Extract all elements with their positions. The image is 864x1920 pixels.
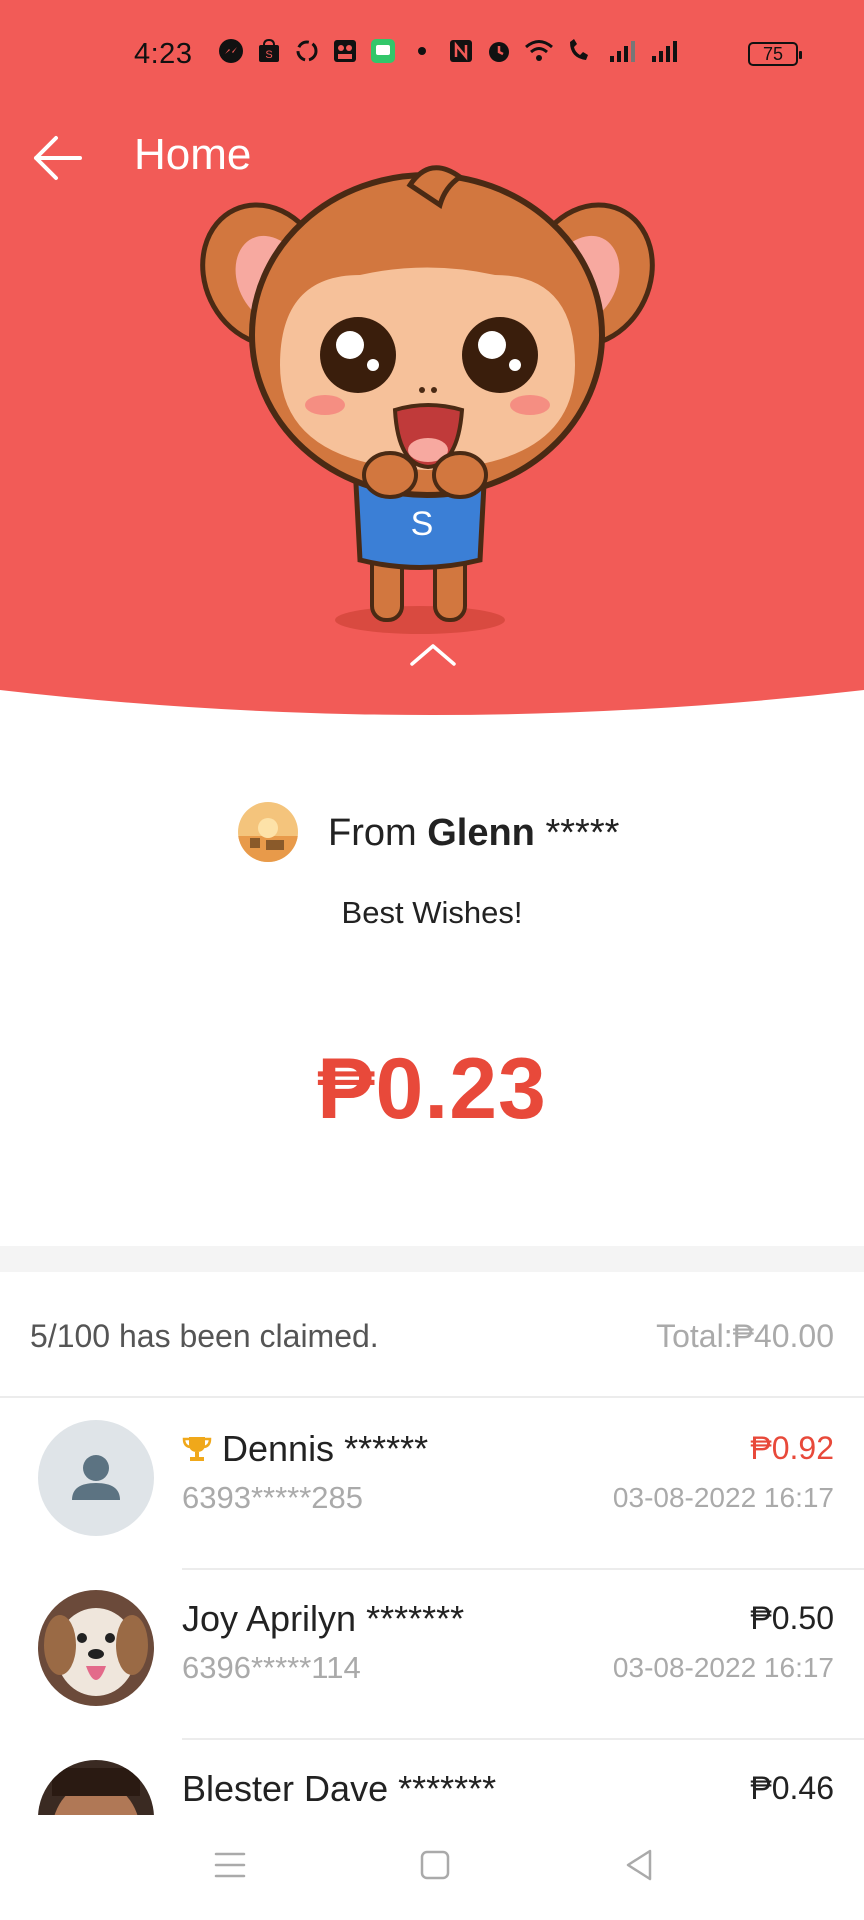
claimer-phone: 6393*****285 — [182, 1480, 364, 1515]
claimer-name-line: Joy Aprilyn ******* — [182, 1598, 464, 1640]
chevron-up-icon[interactable] — [408, 640, 458, 670]
claimer-phone: 6396*****114 — [182, 1650, 361, 1685]
alarm-icon — [489, 42, 509, 62]
trophy-icon — [182, 1437, 212, 1461]
wish-message: Best Wishes! — [341, 895, 523, 930]
default-user-icon — [38, 1420, 154, 1536]
hero-banner: 4:23 S 75 Home S — [0, 0, 864, 720]
svg-text:S: S — [411, 505, 434, 543]
sender-info: From Glenn ***** — [0, 800, 864, 870]
sender-avatar — [238, 802, 298, 862]
claimer-date: 03-08-2022 16:17 — [612, 1652, 834, 1683]
back-triangle-icon[interactable] — [620, 1845, 660, 1885]
claimer-name: Dennis ****** — [222, 1428, 429, 1469]
claimer-row[interactable]: Blester Dave ******* ₱0.46 — [0, 1740, 864, 1815]
claimer-amount: ₱0.50 — [750, 1600, 834, 1636]
signal-icon — [610, 41, 635, 62]
arrow-left-icon[interactable] — [28, 128, 88, 188]
claimer-name-line: Blester Dave ******* — [182, 1768, 496, 1810]
claimer-name: Joy Aprilyn ******* — [182, 1598, 465, 1639]
gallery-icon — [334, 40, 356, 62]
divider — [0, 1396, 864, 1398]
status-bar: 4:23 S 75 — [0, 0, 864, 110]
sender-name: Glenn — [427, 812, 535, 854]
menu-icon[interactable] — [210, 1845, 250, 1885]
sender-masked: ***** — [545, 812, 620, 854]
claimer-name-line: Dennis ****** — [182, 1428, 428, 1470]
status-icons: S — [218, 38, 680, 64]
system-nav-bar — [0, 1815, 864, 1920]
svg-text:S: S — [265, 49, 272, 61]
wifi-call-icon — [570, 39, 588, 60]
monkey-mascot: S — [200, 165, 655, 634]
messenger-icon — [219, 39, 243, 63]
wifi-icon — [525, 40, 553, 61]
sync-icon — [296, 40, 318, 62]
total-amount: Total:₱40.00 — [656, 1318, 834, 1354]
dog-photo — [38, 1590, 154, 1706]
signal-icon-2 — [652, 41, 677, 62]
shopee-icon: S — [259, 38, 279, 62]
home-square-icon[interactable] — [415, 1845, 455, 1885]
claimer-amount: ₱0.92 — [750, 1430, 834, 1466]
claimer-name: Blester Dave ******* — [182, 1768, 497, 1809]
section-divider — [0, 1246, 864, 1272]
claim-summary: 5/100 has been claimed. Total:₱40.00 — [0, 1310, 864, 1370]
claimed-count: 5/100 has been claimed. — [30, 1318, 379, 1354]
sender-name-line: From Glenn ***** — [328, 812, 619, 855]
claimer-row[interactable]: Dennis ****** 6393*****285 ₱0.92 03-08-2… — [0, 1400, 864, 1570]
received-amount: ₱0.23 — [317, 1041, 547, 1137]
claimer-date: 03-08-2022 16:17 — [612, 1482, 834, 1513]
from-label: From — [328, 812, 417, 854]
status-time: 4:23 — [134, 38, 193, 70]
person-photo — [38, 1760, 154, 1815]
battery-indicator: 75 — [748, 42, 802, 66]
nfc-icon — [450, 40, 472, 62]
notification-dot — [418, 47, 426, 55]
claimer-row[interactable]: Joy Aprilyn ******* 6396*****114 ₱0.50 0… — [0, 1570, 864, 1740]
chat-icon — [371, 39, 395, 63]
claimer-amount: ₱0.46 — [750, 1770, 834, 1806]
